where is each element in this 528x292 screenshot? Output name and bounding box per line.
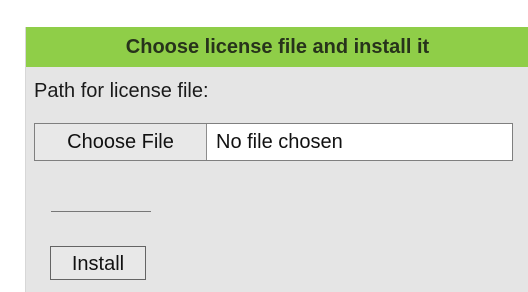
install-button[interactable]: Install — [50, 246, 146, 280]
divider-line — [51, 211, 151, 212]
choose-file-button[interactable]: Choose File — [35, 124, 207, 160]
license-path-label: Path for license file: — [34, 80, 209, 102]
file-chosen-status: No file chosen — [216, 131, 343, 153]
panel-title: Choose license file and install it — [26, 27, 528, 67]
license-file-input[interactable]: Choose File No file chosen — [34, 123, 513, 161]
license-install-panel: Choose license file and install it Path … — [25, 27, 528, 292]
